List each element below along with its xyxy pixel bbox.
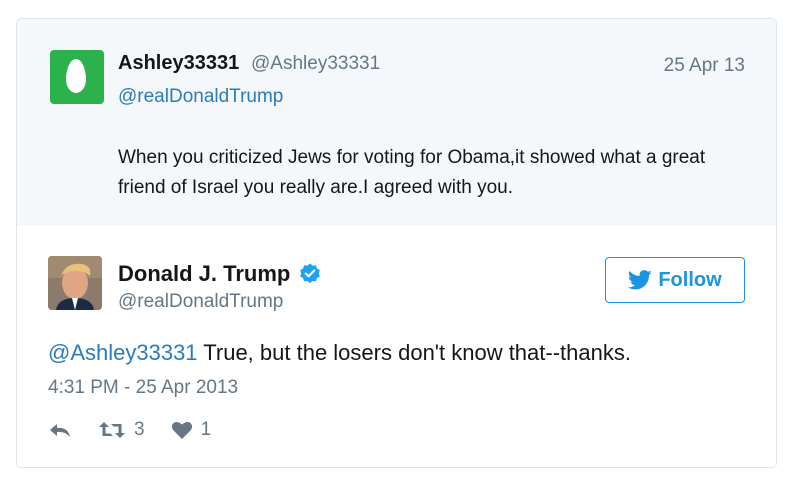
tweet-actions: 3 1	[48, 419, 237, 441]
follow-button[interactable]: Follow	[605, 257, 745, 303]
verified-badge-icon	[300, 263, 321, 284]
tweet-text: @Ashley33331 True, but the losers don't …	[48, 340, 631, 366]
tweet-card: Ashley33331 @Ashley33331 25 Apr 13 @real…	[16, 18, 777, 468]
quoted-author-name[interactable]: Ashley33331	[118, 52, 239, 75]
avatar[interactable]	[48, 256, 102, 310]
retweet-button[interactable]: 3	[98, 419, 145, 441]
avatar[interactable]	[50, 50, 104, 104]
quoted-date[interactable]: 25 Apr 13	[664, 55, 745, 77]
reply-to-mention[interactable]: @realDonaldTrump	[118, 86, 283, 108]
follow-label: Follow	[658, 268, 722, 291]
tweet-timestamp[interactable]: 4:31 PM - 25 Apr 2013	[48, 377, 238, 399]
retweet-count: 3	[134, 419, 145, 440]
egg-icon	[66, 59, 86, 93]
mention-link[interactable]: @Ashley33331	[48, 340, 198, 365]
like-button[interactable]: 1	[171, 419, 212, 441]
quoted-author-handle[interactable]: @Ashley33331	[251, 53, 380, 75]
reply-icon	[50, 424, 70, 437]
tweet-body: True, but the losers don't know that--th…	[197, 340, 631, 365]
quoted-tweet[interactable]: Ashley33331 @Ashley33331 25 Apr 13 @real…	[17, 19, 776, 226]
author-handle[interactable]: @realDonaldTrump	[118, 291, 283, 313]
like-count: 1	[200, 419, 212, 440]
profile-photo-icon	[48, 256, 102, 310]
quoted-tweet-text: When you criticized Jews for voting for …	[118, 147, 706, 198]
reply-button[interactable]	[48, 420, 72, 440]
author-name[interactable]: Donald J. Trump	[118, 261, 290, 287]
twitter-bird-icon	[628, 270, 652, 290]
heart-icon	[171, 421, 192, 439]
retweet-icon	[99, 422, 125, 438]
